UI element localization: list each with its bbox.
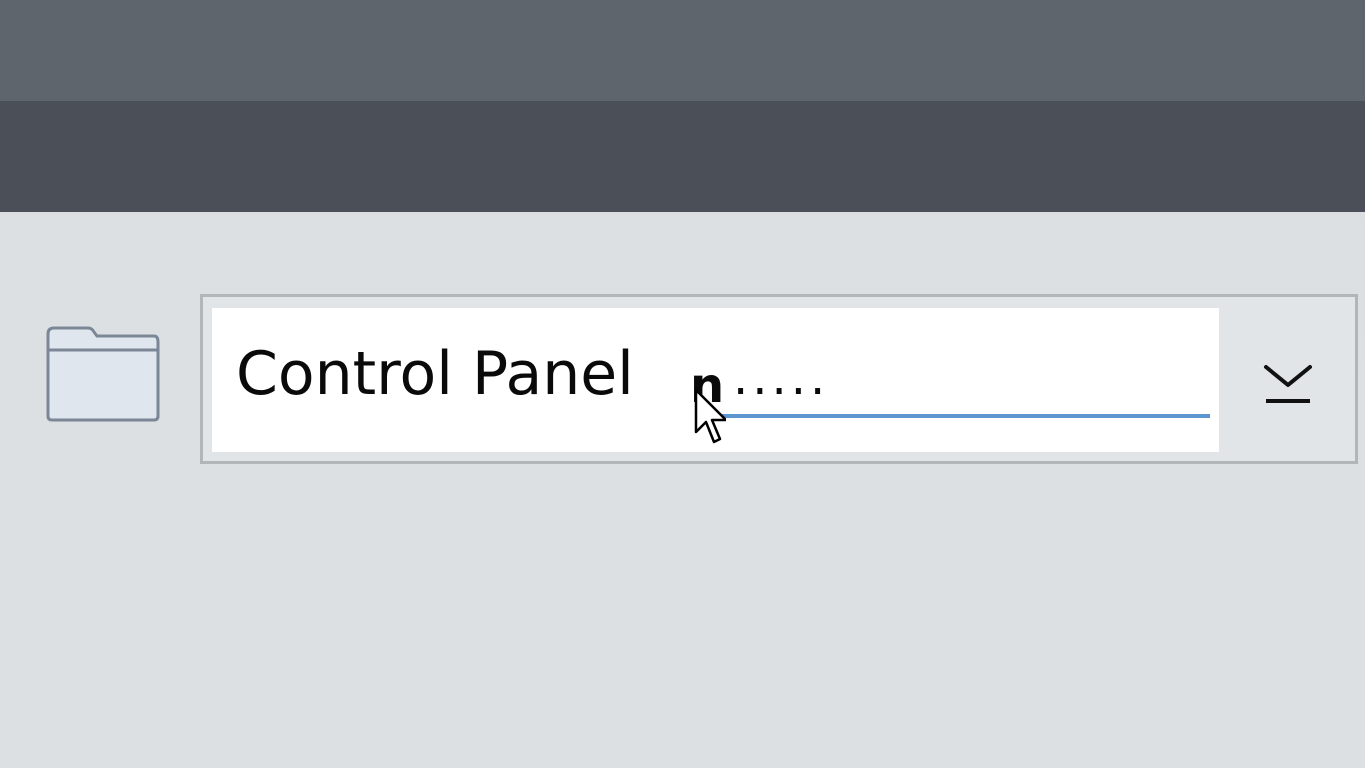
title-bar: [0, 0, 1365, 101]
mouse-cursor-icon: [694, 388, 726, 444]
screen: Control Panel n .....: [0, 0, 1365, 768]
folder-icon: [46, 326, 160, 422]
address-text: Control Panel: [236, 339, 634, 409]
toolbar-strip: [0, 101, 1365, 212]
address-dropdown-button[interactable]: [1240, 340, 1336, 430]
autocomplete-underline: [712, 414, 1210, 418]
autocomplete-dots: .....: [733, 350, 830, 406]
chevron-down-icon: [1264, 365, 1312, 403]
